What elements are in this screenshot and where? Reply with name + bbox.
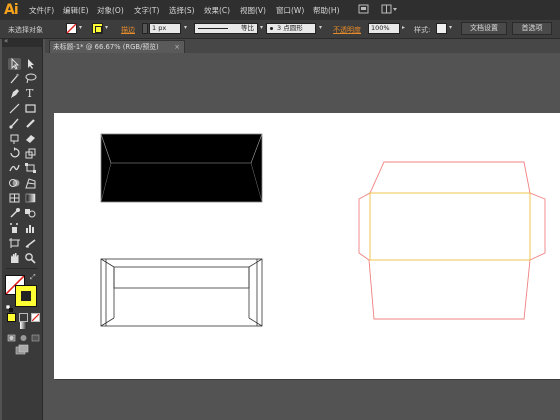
symbol-sprayer-icon[interactable] [8,222,21,234]
selection-status: 未选择对象 [8,26,43,34]
draw-inside-icon[interactable] [31,327,40,342]
menu-effect[interactable]: 效果(C) [204,5,230,16]
collapse-panel-icon[interactable]: « [4,37,8,45]
filled-envelope[interactable] [100,133,263,203]
draw-normal-icon[interactable] [7,327,16,342]
none-mode-icon[interactable] [31,313,40,322]
type-icon[interactable]: T [24,87,37,99]
warp-icon[interactable] [8,162,21,174]
stroke-profile-label: 等比 [241,24,254,32]
artboard-icon[interactable] [8,237,21,249]
slice-icon[interactable] [24,237,37,249]
zoom-icon[interactable] [24,252,37,264]
rotate-icon[interactable] [8,147,21,159]
tools-panel-header[interactable]: « [2,37,42,47]
graphic-style-swatch[interactable] [436,23,447,34]
opacity-label[interactable]: 不透明度 [333,25,361,35]
app-logo: Ai [4,2,19,18]
arrange-documents-icon[interactable] [381,4,399,15]
eraser-icon[interactable] [24,132,37,144]
menu-help[interactable]: 帮助(H) [313,5,340,16]
gradient-icon[interactable] [24,192,37,204]
free-transform-icon[interactable] [24,162,37,174]
brush-label: 3 点圆形 [277,24,303,32]
document-setup-button[interactable]: 文档设置 [461,22,507,35]
stroke-weight-stepper[interactable] [142,23,148,34]
line-segment-icon[interactable] [8,102,21,114]
pen-icon[interactable] [8,87,21,99]
menu-edit[interactable]: 编辑(E) [63,5,89,16]
style-dropdown-icon[interactable]: ▾ [449,24,452,31]
canvas-area[interactable] [45,53,560,420]
menu-type[interactable]: 文字(T) [134,5,159,16]
eyedropper-icon[interactable] [8,207,21,219]
stroke-color-indicator[interactable] [15,285,37,307]
document-tab-bar: 未标题-1* @ 66.67% (RGB/预览) × [45,39,560,53]
swap-fill-stroke-icon[interactable]: ⤢ [30,273,36,282]
artboard[interactable] [54,113,560,379]
fill-dropdown-icon[interactable]: ▾ [79,24,82,31]
bridge-icon[interactable] [358,4,369,15]
tools-panel: « * T ⤢ [2,37,43,420]
opacity-field[interactable]: 100% [368,23,400,34]
document-tab[interactable]: 未标题-1* @ 66.67% (RGB/预览) × [49,40,185,53]
style-label: 样式: [414,26,431,34]
scale-icon[interactable] [24,147,37,159]
menu-bar: Ai 文件(F) 编辑(E) 对象(O) 文字(T) 选择(S) 效果(C) 视… [0,0,560,20]
blend-icon[interactable] [24,207,37,219]
stroke-label[interactable]: 描边 [121,25,135,35]
preferences-button[interactable]: 首选项 [512,22,552,35]
close-tab-icon[interactable]: × [174,41,180,53]
default-colors-icon[interactable] [5,297,13,312]
pencil-icon[interactable] [24,117,37,129]
variable-width-profile[interactable]: 等比 [194,23,258,34]
stroke-color-swatch[interactable] [92,23,103,34]
draw-behind-icon[interactable] [19,327,28,341]
svg-text:T: T [26,87,34,99]
document-tab-title: 未标题-1* @ 66.67% (RGB/预览) [53,43,159,51]
hand-icon[interactable] [8,252,21,264]
profile-dropdown-icon[interactable]: ▾ [260,24,263,31]
mesh-icon[interactable] [8,192,21,204]
menu-select[interactable]: 选择(S) [169,5,195,16]
fill-none-swatch[interactable] [66,23,77,34]
stroke-weight-dropdown-icon[interactable]: ▾ [184,24,187,31]
perspective-grid-icon[interactable] [24,177,37,189]
opacity-dropdown-icon[interactable]: ▸ [402,24,405,31]
svg-text:*: * [16,73,19,80]
column-graph-icon[interactable] [24,222,37,234]
control-bar: 未选择对象 ▾ ▾ 描边 1 px ▾ 等比 ▾ 3 点圆形 ▾ 不透明度 10… [0,20,560,39]
selection-arrow-icon[interactable] [8,58,21,70]
envelope-template[interactable] [358,161,546,320]
gradient-mode-icon[interactable] [19,313,28,329]
rectangle-icon[interactable] [24,102,37,114]
screen-mode-icon[interactable] [15,340,29,355]
tools-divider [6,268,38,269]
color-mode-icon[interactable] [7,313,16,322]
stroke-dropdown-icon[interactable]: ▾ [105,24,108,31]
lasso-icon[interactable] [24,72,37,84]
artwork [100,133,546,327]
menu-object[interactable]: 对象(O) [97,5,124,16]
brush-dropdown-icon[interactable]: ▾ [319,24,322,31]
magic-wand-icon[interactable]: * [8,72,21,84]
blob-brush-icon[interactable] [8,132,21,144]
brush-definition[interactable]: 3 点圆形 [266,23,316,34]
menu-window[interactable]: 窗口(W) [276,5,304,16]
outline-envelope[interactable] [100,258,263,327]
shape-builder-icon[interactable] [8,177,21,189]
menu-file[interactable]: 文件(F) [29,5,54,16]
stroke-weight-field[interactable]: 1 px [149,23,181,34]
paintbrush-icon[interactable] [8,117,21,129]
menu-view[interactable]: 视图(V) [240,5,266,16]
direct-selection-icon[interactable] [24,58,37,70]
